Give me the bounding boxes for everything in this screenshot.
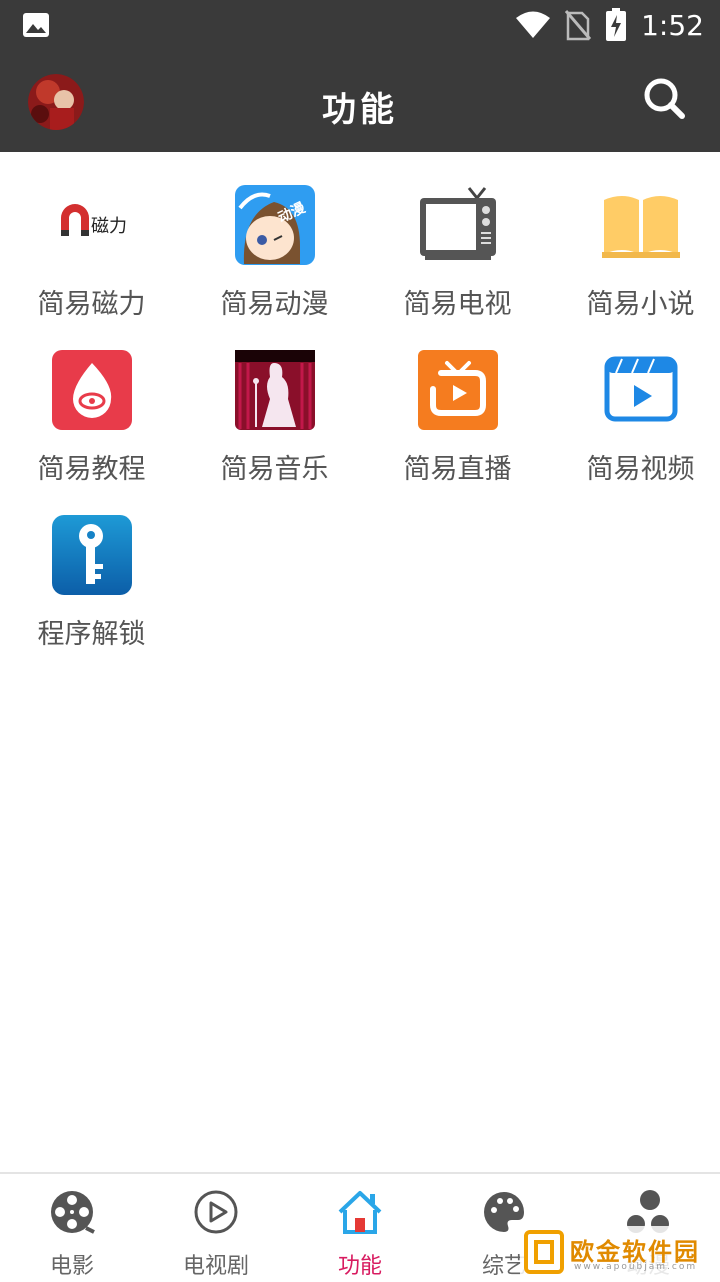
- clock-time: 1:52: [641, 8, 704, 42]
- film-reel-icon: [51, 1191, 95, 1234]
- grid-item-label: 简易视频: [586, 454, 695, 485]
- watermark-url: www.apoubjam.com: [574, 1262, 698, 1272]
- video-icon: [604, 356, 677, 422]
- grid-item-novel[interactable]: 简易小说: [549, 152, 720, 320]
- grid-item-tv[interactable]: 简易电视: [366, 152, 549, 320]
- grid-item-unlock[interactable]: 程序解锁: [0, 482, 183, 650]
- tab-features[interactable]: 功能: [288, 1174, 432, 1282]
- status-bar: 1:52: [0, 0, 720, 50]
- play-circle-icon: [194, 1190, 238, 1234]
- book-icon: [601, 196, 680, 258]
- app-bar: 功能: [0, 50, 720, 152]
- watermark-logo-icon: [524, 1230, 564, 1274]
- grid-item-label: 简易直播: [403, 454, 512, 485]
- svg-text:磁力: 磁力: [91, 216, 127, 237]
- grid-item-label: 简易音乐: [220, 454, 329, 485]
- music-icon: [234, 350, 315, 430]
- grid-item-music[interactable]: 简易音乐: [183, 317, 366, 485]
- tab-label: 电影: [49, 1254, 94, 1279]
- tutorial-icon: [51, 350, 132, 430]
- tab-label: 电视剧: [182, 1254, 249, 1279]
- magnet-icon: 磁力: [60, 204, 127, 237]
- grid-item-label: 简易教程: [37, 454, 146, 485]
- grid-item-label: 简易小说: [586, 289, 695, 320]
- live-tv-icon: [417, 350, 498, 430]
- tv-icon: [419, 187, 496, 260]
- grid-item-magnet[interactable]: 磁力 简易磁力: [0, 152, 183, 320]
- tab-tv-series[interactable]: 电视剧: [144, 1174, 288, 1282]
- key-icon: [51, 515, 132, 595]
- image-notification-icon: [23, 13, 49, 37]
- grid-item-label: 简易磁力: [37, 289, 146, 320]
- home-icon: [338, 1191, 382, 1234]
- grid-item-tutorial[interactable]: 简易教程: [0, 317, 183, 485]
- grid-item-anime[interactable]: 动漫 简易动漫: [183, 152, 366, 320]
- tab-movie[interactable]: 电影: [0, 1174, 144, 1282]
- grid-item-label: 简易电视: [403, 289, 512, 320]
- search-icon[interactable]: [642, 76, 686, 120]
- anime-icon: 动漫: [234, 185, 315, 265]
- no-sim-icon: [565, 10, 592, 41]
- wifi-icon: [516, 11, 551, 38]
- grid-item-label: 简易动漫: [220, 289, 329, 320]
- grid-item-label: 程序解锁: [37, 619, 146, 650]
- page-title: 功能: [322, 90, 398, 130]
- battery-charging-icon: [606, 8, 627, 41]
- grid-item-live[interactable]: 简易直播: [366, 317, 549, 485]
- tab-label: 功能: [337, 1254, 382, 1279]
- watermark: 欧金软件园 www.apoubjam.com: [520, 1226, 716, 1278]
- grid-item-video[interactable]: 简易视频: [549, 317, 720, 485]
